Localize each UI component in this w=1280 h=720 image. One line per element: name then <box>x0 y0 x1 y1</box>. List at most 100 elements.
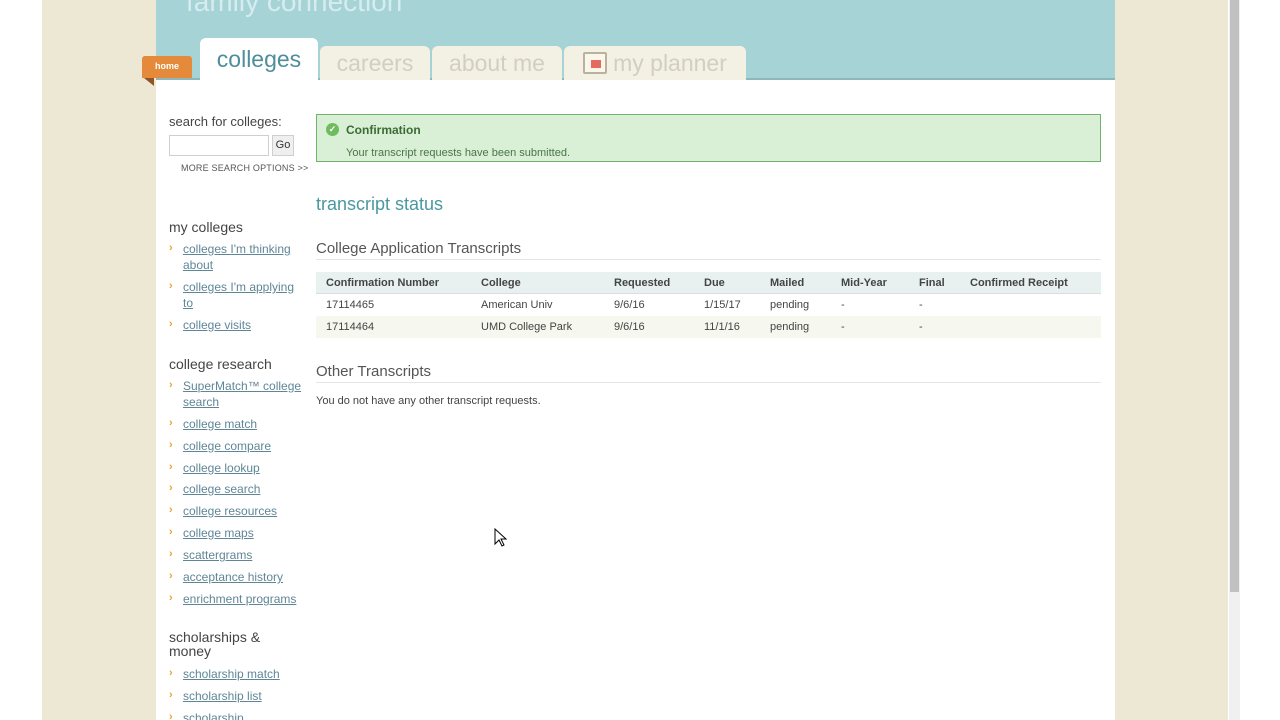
chevron-right-icon: › <box>169 526 173 538</box>
chevron-right-icon: › <box>169 242 173 254</box>
table-cell: UMD College Park <box>481 321 573 333</box>
sidebar-link-supermatch[interactable]: › SuperMatch™ college search <box>169 378 305 410</box>
column-header: Mailed <box>770 277 805 289</box>
table-cell: 11/1/16 <box>704 321 740 333</box>
confirmation-banner: ✓ Confirmation Your transcript requests … <box>316 114 1101 162</box>
sidebar-link-college-compare[interactable]: › college compare <box>169 438 305 454</box>
sidebar-link-label[interactable]: college compare <box>183 438 305 454</box>
sidebar-link-label[interactable]: college search <box>183 481 305 497</box>
sidebar-link-scholarship-list[interactable]: › scholarship list <box>169 688 305 704</box>
sidebar-heading-college-research: college research <box>169 356 272 372</box>
chevron-right-icon: › <box>169 504 173 516</box>
table-cell: - <box>919 299 923 311</box>
sidebar-link-college-match[interactable]: › college match <box>169 416 305 432</box>
chevron-right-icon: › <box>169 689 173 701</box>
transcripts-table: Confirmation Number College Requested Du… <box>316 272 1101 338</box>
confirmation-message: Your transcript requests have been submi… <box>346 147 571 159</box>
chevron-right-icon: › <box>169 548 173 560</box>
table-cell: - <box>841 299 845 311</box>
sidebar-link-label[interactable]: SuperMatch™ college search <box>183 378 305 410</box>
column-header: Confirmed Receipt <box>970 277 1068 289</box>
table-cell: 1/15/17 <box>704 299 741 311</box>
table-cell: 17114465 <box>326 299 375 311</box>
sidebar-link-label[interactable]: college match <box>183 416 305 432</box>
chevron-right-icon: › <box>169 570 173 582</box>
section-heading-other-transcripts: Other Transcripts <box>316 363 1101 383</box>
sidebar-link-scholarship[interactable]: › scholarship <box>169 710 305 720</box>
home-tab-fold <box>144 78 154 86</box>
home-tab[interactable]: home <box>142 56 192 78</box>
sidebar-link-college-visits[interactable]: › college visits <box>169 317 305 333</box>
college-search-input[interactable] <box>169 135 269 156</box>
chevron-right-icon: › <box>169 711 173 720</box>
window-right-margin <box>1240 0 1280 720</box>
sidebar-link-enrichment-programs[interactable]: › enrichment programs <box>169 591 305 607</box>
sidebar-link-college-resources[interactable]: › college resources <box>169 503 305 519</box>
sidebar-link-label[interactable]: college resources <box>183 503 305 519</box>
check-circle-icon: ✓ <box>326 123 339 136</box>
sidebar-link-label[interactable]: acceptance history <box>183 569 305 585</box>
sidebar-link-label[interactable]: enrichment programs <box>183 591 305 607</box>
chevron-right-icon: › <box>169 318 173 330</box>
tab-my-planner[interactable]: my planner <box>564 46 746 80</box>
other-transcripts-message: You do not have any other transcript req… <box>316 395 541 407</box>
sidebar-link-label[interactable]: scholarship match <box>183 666 305 682</box>
tab-my-planner-label: my planner <box>613 50 727 76</box>
column-header: Requested <box>614 277 671 289</box>
table-cell: - <box>841 321 845 333</box>
page-title: transcript status <box>316 194 444 214</box>
sidebar-link-label[interactable]: college maps <box>183 525 305 541</box>
sidebar-link-college-lookup[interactable]: › college lookup <box>169 460 305 476</box>
table-cell: 9/6/16 <box>614 321 645 333</box>
sidebar-link-label[interactable]: college lookup <box>183 460 305 476</box>
chevron-right-icon: › <box>169 592 173 604</box>
section-heading-college-transcripts: College Application Transcripts <box>316 240 1101 260</box>
sidebar-heading-my-colleges: my colleges <box>169 219 243 235</box>
sidebar-link-label[interactable]: scholarship <box>183 710 305 720</box>
table-cell: pending <box>770 321 810 333</box>
chevron-right-icon: › <box>169 482 173 494</box>
table-cell: pending <box>770 299 810 311</box>
sidebar-link-scholarship-match[interactable]: › scholarship match <box>169 666 305 682</box>
sidebar-link-scattergrams[interactable]: › scattergrams <box>169 547 305 563</box>
column-header: College <box>481 277 521 289</box>
sidebar-link-college-maps[interactable]: › college maps <box>169 525 305 541</box>
sidebar-link-colleges-thinking[interactable]: › colleges I'm thinking about <box>169 241 305 273</box>
sidebar-heading-scholarships: scholarships & money <box>169 629 261 659</box>
sidebar-link-colleges-applying[interactable]: › colleges I'm applying to <box>169 279 305 311</box>
column-header: Mid-Year <box>841 277 887 289</box>
tab-colleges[interactable]: colleges <box>200 38 318 82</box>
chevron-right-icon: › <box>169 439 173 451</box>
page: family connection home colleges careers … <box>142 0 1115 720</box>
background-left <box>42 0 156 720</box>
sidebar-link-label[interactable]: scholarship list <box>183 688 305 704</box>
table-cell: 9/6/16 <box>614 299 645 311</box>
column-header: Due <box>704 277 725 289</box>
tab-colleges-label: colleges <box>216 46 302 72</box>
more-search-options-link[interactable]: MORE SEARCH OPTIONS >> <box>181 163 308 173</box>
table-cell: 17114464 <box>326 321 375 333</box>
tab-careers-label: careers <box>336 50 414 76</box>
window-left-margin <box>0 0 42 720</box>
tab-careers[interactable]: careers <box>320 46 430 80</box>
search-label: search for colleges: <box>169 114 282 129</box>
sidebar-link-label[interactable]: colleges I'm thinking about <box>183 241 305 273</box>
column-header: Final <box>919 277 945 289</box>
sidebar-link-label[interactable]: colleges I'm applying to <box>183 279 305 311</box>
sidebar-link-label[interactable]: college visits <box>183 317 305 333</box>
background-right <box>1115 0 1228 720</box>
mouse-cursor-icon <box>494 528 508 547</box>
sidebar-link-label[interactable]: scattergrams <box>183 547 305 563</box>
planner-icon <box>583 52 608 74</box>
chevron-right-icon: › <box>169 280 173 292</box>
chevron-right-icon: › <box>169 417 173 429</box>
chevron-right-icon: › <box>169 379 173 391</box>
sidebar-link-college-search[interactable]: › college search <box>169 481 305 497</box>
site-brand: family connection <box>186 0 403 17</box>
scrollbar-thumb[interactable] <box>1230 0 1239 592</box>
table-header-row: Confirmation Number College Requested Du… <box>316 272 1101 294</box>
sidebar-link-acceptance-history[interactable]: › acceptance history <box>169 569 305 585</box>
search-go-button[interactable]: Go <box>272 135 294 156</box>
tab-about-me[interactable]: about me <box>432 46 562 80</box>
tab-about-me-label: about me <box>449 50 545 76</box>
